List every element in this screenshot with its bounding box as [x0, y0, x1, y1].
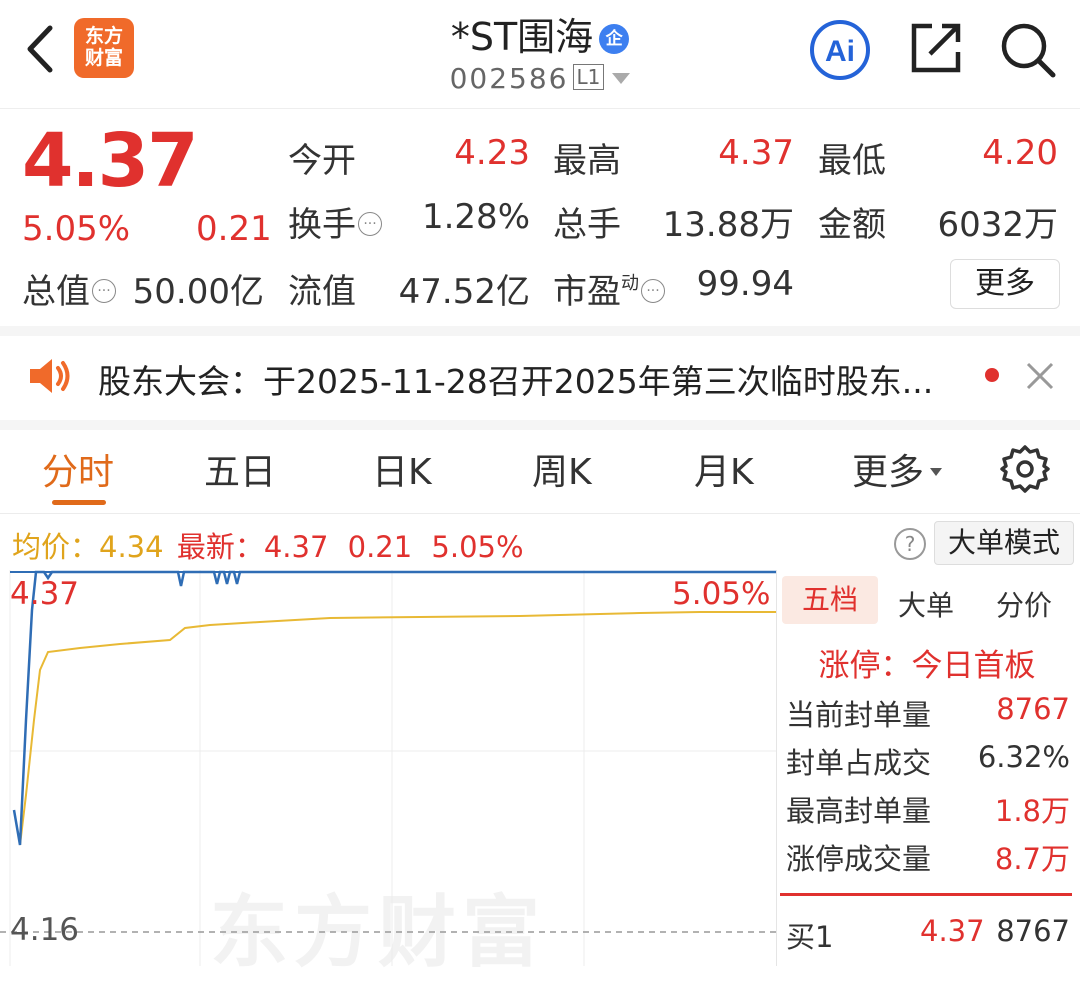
pe-label[interactable]: 市盈动 ··· [553, 264, 665, 313]
tab-order-book[interactable]: 五档 [782, 576, 878, 624]
volume-value: 13.88万 [662, 205, 794, 245]
share-icon[interactable] [908, 20, 964, 76]
change-percent: 5.05% [22, 209, 131, 249]
low-label: 最低 [818, 141, 886, 181]
big-order-mode-button[interactable]: 大单模式 [934, 521, 1074, 565]
tab-more-label: 更多 [852, 452, 925, 493]
divider [0, 513, 1080, 514]
notice-text[interactable]: 股东大会：于2025-11-28召开2025年第三次临时股东... [98, 355, 933, 403]
tab-five-day[interactable]: 五日 [204, 443, 276, 495]
latest-percent: 5.05% [431, 530, 524, 564]
info-icon: ··· [92, 279, 116, 303]
seal-ratio-value: 6.32% [977, 740, 1070, 774]
level-badge: L1 [572, 64, 605, 90]
info-icon: ··· [358, 212, 382, 236]
tab-intraday[interactable]: 分时 [42, 443, 114, 495]
search-icon[interactable] [998, 20, 1058, 80]
market-cap-label-text: 总值 [22, 272, 90, 312]
latest-label: 最新： [176, 530, 264, 564]
seal-ratio-label: 封单占成交 [786, 746, 932, 780]
pe-value: 99.94 [696, 264, 794, 304]
ai-assistant-icon[interactable]: Ai [808, 18, 872, 82]
bid1-label: 买1 [786, 920, 834, 954]
open-value: 4.23 [454, 133, 530, 173]
chart-low-label: 4.16 [10, 912, 80, 948]
pe-dynamic-mark: 动 [621, 273, 639, 294]
latest-change: 0.21 [347, 530, 413, 564]
more-quote-button[interactable]: 更多 [950, 259, 1060, 309]
seal-volume-value: 8767 [996, 692, 1070, 726]
help-icon[interactable]: ? [894, 528, 926, 560]
divider [0, 420, 1080, 430]
float-cap-label: 流值 [288, 272, 356, 312]
latest-value: 4.37 [263, 530, 329, 564]
limit-up-status: 涨停：今日首板 [818, 648, 1036, 684]
svg-text:Ai: Ai [825, 35, 855, 68]
tab-daily-k[interactable]: 日K [372, 443, 432, 495]
avg-price-line [19, 611, 776, 846]
market-cap-label[interactable]: 总值 ··· [22, 264, 116, 313]
tab-big-orders[interactable]: 大单 [898, 584, 954, 624]
bid1-volume: 8767 [996, 914, 1070, 948]
limit-volume-label: 涨停成交量 [786, 842, 932, 876]
tab-weekly-k[interactable]: 周K [532, 443, 592, 495]
amount-label: 金额 [818, 205, 886, 245]
close-icon[interactable] [1024, 360, 1056, 392]
divider [0, 326, 1080, 336]
chart-pct-label: 5.05% [672, 576, 771, 612]
high-value: 4.37 [718, 133, 794, 173]
unread-dot [985, 368, 999, 382]
tab-monthly-k[interactable]: 月K [694, 443, 754, 495]
max-seal-label: 最高封单量 [786, 794, 932, 828]
turnover-label-text: 换手 [288, 205, 356, 245]
amount-value: 6032万 [937, 205, 1058, 245]
panel-divider [776, 570, 777, 966]
chart-high-label: 4.37 [10, 576, 80, 612]
avg-label: 均价： [12, 530, 100, 564]
change-amount: 0.21 [196, 209, 272, 249]
turnover-value: 1.28% [421, 197, 530, 237]
chart-info-line: 均价：4.34 最新：4.37 0.21 5.05% [12, 524, 524, 566]
stock-name: *ST围海 [450, 15, 594, 59]
high-label: 最高 [553, 141, 621, 181]
speaker-icon [30, 359, 70, 393]
tab-price-distribution[interactable]: 分价 [996, 584, 1052, 624]
seal-volume-label: 当前封单量 [786, 698, 932, 732]
pe-label-text: 市盈 [553, 272, 621, 312]
caret-down-icon [930, 468, 943, 476]
tab-more[interactable]: 更多 [852, 443, 943, 495]
avg-value: 4.34 [99, 530, 164, 564]
open-label: 今开 [288, 141, 356, 181]
caret-down-icon [612, 73, 631, 84]
stock-code: 002586 [449, 62, 569, 95]
market-cap-value: 50.00亿 [132, 272, 264, 312]
low-value: 4.20 [982, 133, 1058, 173]
float-cap-value: 47.52亿 [398, 272, 530, 312]
intraday-chart[interactable] [0, 570, 776, 966]
turnover-label[interactable]: 换手 ··· [288, 197, 382, 246]
bid1-price: 4.37 [920, 914, 985, 948]
max-seal-value: 1.8万 [994, 794, 1070, 828]
gear-icon[interactable] [1000, 444, 1050, 494]
chart-grid [9, 570, 776, 966]
volume-label: 总手 [553, 205, 621, 245]
bid-ask-separator [780, 893, 1072, 896]
enterprise-badge: 企 [599, 24, 630, 54]
current-price: 4.37 [22, 118, 199, 204]
active-tab-indicator [52, 500, 106, 505]
info-icon: ··· [641, 279, 665, 303]
limit-volume-value: 8.7万 [994, 842, 1070, 876]
